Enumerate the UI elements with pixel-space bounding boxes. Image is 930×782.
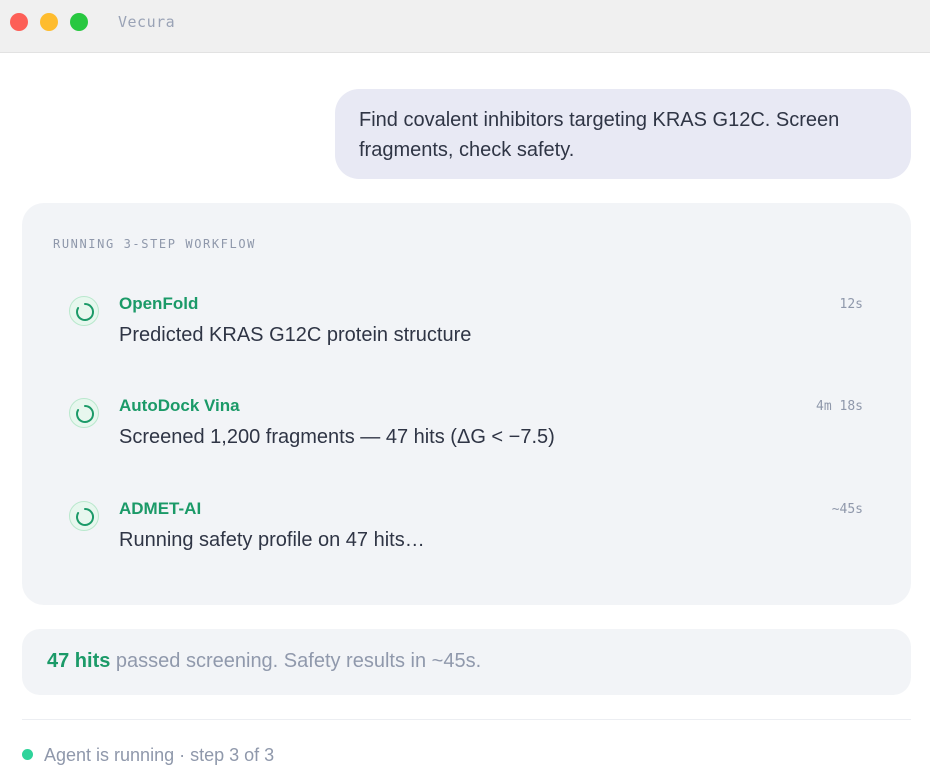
spinner-icon	[69, 398, 99, 428]
hits-count: 47 hits	[47, 650, 111, 672]
close-window-button[interactable]	[10, 13, 28, 31]
workflow-panel: RUNNING 3-STEP WORKFLOW OpenFold 12s Pre…	[22, 203, 911, 605]
title-bar: Vecura	[0, 0, 930, 53]
step-description: Screened 1,200 fragments — 47 hits (ΔG <…	[119, 426, 555, 448]
workflow-header: RUNNING 3-STEP WORKFLOW	[53, 237, 256, 251]
spinner-icon	[69, 296, 99, 326]
agent-status: Agent is running · step 3 of 3	[22, 745, 274, 766]
step-name: OpenFold	[119, 294, 199, 313]
status-text: Agent is running · step 3 of 3	[44, 745, 275, 765]
spinner-icon	[69, 501, 99, 531]
summary-text: passed screening. Safety results in ~45s…	[110, 650, 482, 672]
summary-card: 47 hits passed screening. Safety results…	[22, 629, 911, 695]
app-title: Vecura	[118, 13, 176, 31]
workflow-step-autodock-vina: AutoDock Vina 4m 18s Screened 1,200 frag…	[22, 396, 911, 476]
step-description: Running safety profile on 47 hits…	[119, 529, 425, 551]
minimize-window-button[interactable]	[40, 13, 58, 31]
user-message: Find covalent inhibitors targeting KRAS …	[335, 89, 911, 179]
step-description: Predicted KRAS G12C protein structure	[119, 324, 472, 346]
divider	[22, 719, 911, 720]
status-dot-icon	[22, 749, 33, 760]
workflow-step-openfold: OpenFold 12s Predicted KRAS G12C protein…	[22, 294, 911, 374]
maximize-window-button[interactable]	[70, 13, 88, 31]
step-duration: 12s	[839, 297, 863, 312]
step-duration: ~45s	[831, 502, 863, 517]
step-name: AutoDock Vina	[119, 396, 240, 415]
workflow-step-admet-ai: ADMET-AI ~45s Running safety profile on …	[22, 499, 911, 579]
step-duration: 4m 18s	[816, 399, 863, 414]
step-name: ADMET-AI	[119, 499, 202, 518]
